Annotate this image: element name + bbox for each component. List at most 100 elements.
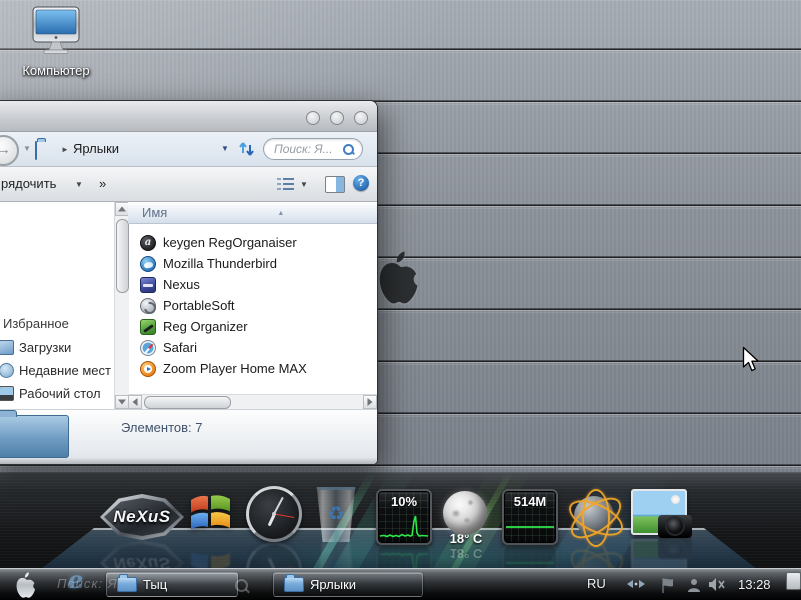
- ram-graph: [506, 513, 554, 541]
- recycle-glyph: ♻: [315, 503, 357, 526]
- photos-picture-icon: [631, 489, 687, 535]
- dock-item-ram-meter[interactable]: 514M 514M: [502, 489, 558, 545]
- window-button-minimize[interactable]: [306, 111, 320, 125]
- downloads-icon: [0, 340, 14, 355]
- breadcrumb-folder-name[interactable]: Ярлыки: [73, 141, 119, 156]
- dock: NeXuS NeXuS: [0, 480, 801, 572]
- dock-item-cpu-meter[interactable]: 10% 10%: [376, 489, 432, 545]
- ghost-magnifier-icon: [235, 579, 248, 592]
- address-dropdown-icon[interactable]: ▼: [221, 144, 229, 153]
- scroll-right-button[interactable]: [363, 395, 377, 409]
- action-center-flag-icon[interactable]: [660, 577, 676, 594]
- organize-button[interactable]: рядочить: [1, 176, 56, 191]
- views-icon[interactable]: [277, 177, 295, 191]
- status-bar: Элементов: 7: [0, 409, 377, 459]
- safari-app-icon: [140, 340, 156, 356]
- views-dropdown-icon[interactable]: ▼: [300, 180, 308, 189]
- sort-ascending-icon: ▲: [277, 203, 284, 225]
- analog-clock-icon: [246, 486, 302, 542]
- sidebar-item-downloads[interactable]: Загрузки: [0, 336, 114, 358]
- search-placeholder: Поиск: Я...: [274, 142, 343, 156]
- dock-item-recycle-bin[interactable]: ♻ ♻: [315, 487, 357, 539]
- apple-logo-wallpaper: [376, 251, 422, 306]
- dock-item-internet[interactable]: [566, 488, 622, 544]
- recycle-bin-icon: ♻: [315, 487, 357, 542]
- breadcrumb-separator-icon: ►: [61, 145, 69, 154]
- user-tray-icon[interactable]: [686, 577, 702, 593]
- items-count-label: Элементов: 7: [121, 420, 202, 435]
- mouse-cursor: [742, 346, 761, 373]
- refresh-icon[interactable]: [239, 140, 255, 158]
- sidebar-item-recent-places[interactable]: Недавние мест: [0, 359, 114, 381]
- nexus-tray-arrows-icon[interactable]: [624, 577, 648, 591]
- desktop-icon-computer[interactable]: Компьютер: [6, 6, 106, 78]
- file-row[interactable]: Mozilla Thunderbird: [128, 253, 377, 274]
- organize-dropdown-icon[interactable]: ▼: [75, 180, 83, 189]
- desktop-screen: Компьютер NeXuS NeXuS: [0, 0, 801, 600]
- keygen-app-icon: [140, 235, 156, 251]
- sidebar-section-favorites[interactable]: Избранное: [0, 312, 114, 334]
- camera-icon: [658, 515, 692, 538]
- zoom-player-app-icon: [140, 361, 156, 377]
- cpu-value: 10%: [378, 494, 430, 509]
- window-button-close[interactable]: [354, 111, 368, 125]
- moon-weather-icon: [443, 491, 487, 535]
- nav-history-chevron-icon[interactable]: ▼: [23, 144, 31, 153]
- toolbar-overflow-button[interactable]: »: [99, 176, 106, 191]
- scroll-up-button[interactable]: [115, 202, 129, 216]
- file-row[interactable]: PortableSoft: [128, 295, 377, 316]
- taskbar-button-tyts[interactable]: Тыц: [106, 572, 238, 597]
- scroll-left-button[interactable]: [128, 395, 142, 409]
- start-button-apple-icon[interactable]: [14, 572, 38, 599]
- window-titlebar[interactable]: [0, 101, 377, 132]
- dock-item-clock[interactable]: [246, 486, 302, 542]
- help-icon[interactable]: ?: [353, 175, 369, 191]
- window-content: Избранное Загрузки Недавние мест Рабочий…: [0, 202, 377, 409]
- desktop-icon-label: Компьютер: [6, 63, 106, 78]
- file-row[interactable]: Zoom Player Home MAX: [128, 358, 377, 379]
- preview-pane-icon[interactable]: [325, 176, 345, 193]
- cpu-meter-widget: 10%: [376, 489, 432, 545]
- file-row[interactable]: Nexus: [128, 274, 377, 295]
- horizontal-scrollbar[interactable]: [128, 394, 377, 409]
- explorer-window: → ▼ ► Ярлыки ▼ Поиск: Я... рядочить ▼ » …: [0, 100, 378, 465]
- breadcrumb-folder-icon[interactable]: [35, 141, 37, 160]
- internet-globe-icon: [566, 488, 622, 544]
- folder-icon: [284, 577, 304, 592]
- show-desktop-button[interactable]: [786, 572, 801, 590]
- forward-button[interactable]: →: [0, 135, 19, 166]
- dock-item-photos[interactable]: [631, 489, 687, 537]
- ram-value: 514M: [504, 494, 556, 509]
- volume-muted-icon[interactable]: [708, 577, 726, 592]
- portablesoft-app-icon: [140, 298, 156, 314]
- sidebar-item-desktop[interactable]: Рабочий стол: [0, 382, 114, 404]
- reg-organizer-app-icon: [140, 319, 156, 335]
- taskbar-button-yarlyki[interactable]: Ярлыки: [273, 572, 423, 597]
- dock-item-windows[interactable]: [184, 486, 236, 538]
- scrollbar-thumb[interactable]: [144, 396, 231, 409]
- scroll-down-button[interactable]: [115, 395, 129, 409]
- ghost-ie-icon: e: [68, 565, 83, 594]
- file-row[interactable]: Safari: [128, 337, 377, 358]
- temperature-reflection: 18° C: [443, 546, 489, 561]
- language-indicator[interactable]: RU: [587, 576, 606, 591]
- imac-computer-icon: [27, 6, 85, 56]
- moon-in-picture: [671, 495, 680, 504]
- dock-item-nexus[interactable]: NeXuS NeXuS: [100, 494, 184, 540]
- folder-preview-icon: [0, 415, 69, 458]
- taskbar-clock[interactable]: 13:28: [738, 577, 771, 592]
- window-button-maximize[interactable]: [330, 111, 344, 125]
- search-icon[interactable]: [343, 144, 354, 155]
- thunderbird-app-icon: [140, 256, 156, 272]
- file-row[interactable]: Reg Organizer: [128, 316, 377, 337]
- address-bar: → ▼ ► Ярлыки ▼ Поиск: Я...: [0, 132, 377, 167]
- column-header-name[interactable]: Имя ▲: [128, 202, 377, 224]
- file-row[interactable]: keygen RegOrganaiser: [128, 232, 377, 253]
- search-input[interactable]: Поиск: Я...: [263, 138, 363, 160]
- desktop-folder-icon: [0, 386, 14, 401]
- nexus-shield-icon: NeXuS: [100, 494, 184, 540]
- cpu-graph: [380, 513, 428, 541]
- toolbar: рядочить ▼ » ▼ ?: [0, 167, 377, 202]
- sidebar-scrollbar[interactable]: [114, 202, 129, 409]
- dock-item-weather[interactable]: 18° C 18° C: [443, 491, 489, 557]
